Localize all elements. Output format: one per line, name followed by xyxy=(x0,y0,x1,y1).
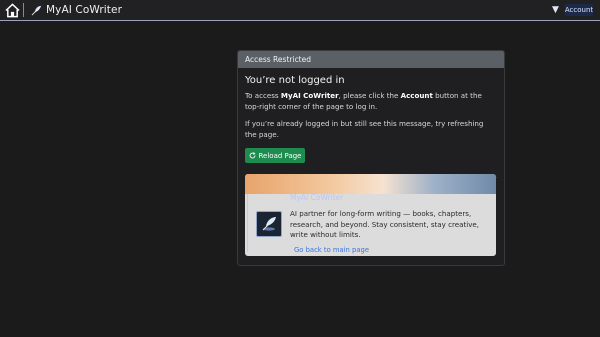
promo-description: AI partner for long-form writing — books… xyxy=(290,209,480,239)
app-title: MyAI CoWriter xyxy=(46,4,122,16)
access-restricted-card: Access Restricted You’re not logged in T… xyxy=(237,50,505,266)
home-button[interactable] xyxy=(4,2,20,18)
navbar-divider xyxy=(23,3,24,17)
promo-card: MyAI CoWriter AI partner for long-form w… xyxy=(245,174,496,256)
refresh-hint: If you’re already logged in but still se… xyxy=(245,119,484,139)
card-body: You’re not logged in To access MyAI CoWr… xyxy=(238,75,504,178)
app-brand[interactable]: MyAI CoWriter xyxy=(31,2,122,18)
account-button[interactable]: Account xyxy=(565,4,593,16)
card-title: You’re not logged in xyxy=(245,75,345,86)
home-icon xyxy=(4,2,20,17)
reload-label: Reload Page xyxy=(258,151,302,160)
app-logo xyxy=(256,211,282,237)
promo-banner-image xyxy=(245,174,496,194)
reload-page-button[interactable]: Reload Page xyxy=(245,148,305,163)
quill-icon xyxy=(31,5,42,16)
card-header: Access Restricted xyxy=(238,51,504,68)
quill-logo-icon xyxy=(262,217,276,231)
login-instructions: To access MyAI CoWriter, please click th… xyxy=(245,91,482,111)
top-navbar: MyAI CoWriter ▼ Account xyxy=(0,0,600,21)
account-bold: Account xyxy=(400,91,433,100)
caret-down-icon[interactable]: ▼ xyxy=(552,5,559,15)
promo-accent-line xyxy=(247,194,248,252)
promo-app-name: MyAI CoWriter xyxy=(290,193,344,202)
app-name-bold: MyAI CoWriter xyxy=(280,91,339,100)
refresh-icon xyxy=(249,152,255,159)
back-to-main-link[interactable]: Go back to main page xyxy=(294,246,369,254)
